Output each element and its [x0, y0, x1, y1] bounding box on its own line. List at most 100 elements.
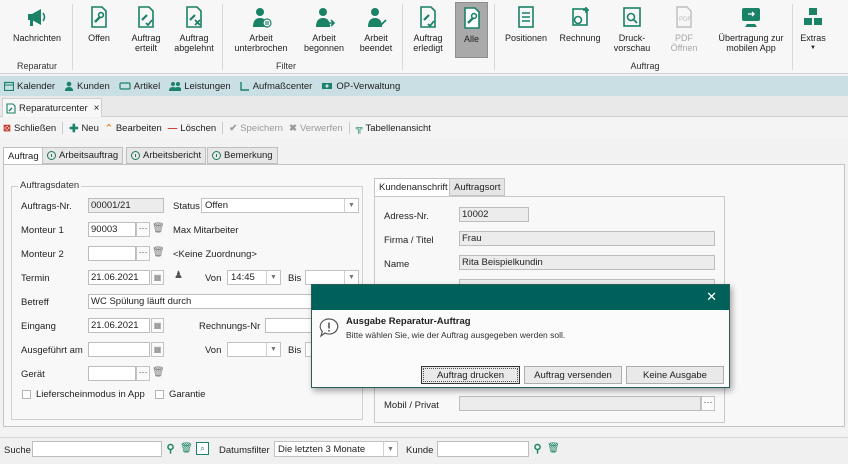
- uebertragung-label: Übertragung zur mobilen App: [718, 33, 784, 53]
- geraet-lookup-button[interactable]: ···: [136, 366, 150, 381]
- zoom-icon[interactable]: ⌕: [196, 442, 209, 455]
- nav-label: Leistungen: [184, 80, 231, 92]
- name-field[interactable]: Rita Beispielkundin: [459, 255, 715, 270]
- trash-icon[interactable]: 🗑: [180, 442, 193, 455]
- speichern-button[interactable]: ✔ Speichern: [229, 123, 283, 134]
- search-icon[interactable]: ⚲: [164, 442, 177, 455]
- adress-nr-field[interactable]: 10002: [459, 207, 529, 222]
- tab-auftrag[interactable]: Auftrag: [3, 147, 44, 165]
- nachrichten-label: Nachrichten: [12, 33, 62, 43]
- uebertragung-app-button[interactable]: Übertragung zur mobilen App: [714, 4, 788, 60]
- monteur1-lookup-button[interactable]: ···: [136, 222, 150, 237]
- cubes-icon: [799, 4, 827, 30]
- tab-arbeitsauftrag[interactable]: Arbeitsauftrag: [42, 147, 124, 164]
- nav-item-kunden[interactable]: Kunden: [64, 81, 110, 92]
- person-icon[interactable]: ♟: [174, 270, 183, 281]
- loeschen-button[interactable]: — Löschen: [168, 123, 216, 134]
- betreff-field[interactable]: WC Spülung läuft durch: [88, 294, 314, 309]
- nav-item-aufmasscenter[interactable]: Aufmaßcenter: [239, 81, 312, 92]
- firma-field[interactable]: Frau: [459, 231, 715, 246]
- megaphone-icon: [23, 4, 51, 30]
- auftrag-abgelehnt-label: Auftrag abgelehnt: [174, 33, 214, 53]
- trash-icon[interactable]: 🗑: [547, 442, 560, 455]
- bis-time-dropdown[interactable]: ▼: [305, 270, 359, 285]
- status-dropdown[interactable]: Offen ▼: [201, 198, 359, 213]
- tab-reparaturcenter[interactable]: Reparaturcenter ×: [2, 98, 102, 117]
- rechnungs-nr-field[interactable]: [265, 318, 313, 333]
- extras-button[interactable]: Extras ▼: [798, 4, 828, 60]
- neu-button[interactable]: ✚ Neu: [69, 122, 99, 135]
- pdf-oeffnen-button[interactable]: PDF PDF Öffnen: [664, 4, 704, 60]
- invoice-gear-icon: [566, 4, 594, 30]
- filter-auftrag-abgelehnt-button[interactable]: Auftrag abgelehnt: [172, 4, 216, 60]
- calendar-icon[interactable]: ▦: [151, 342, 164, 357]
- nav-label: OP-Verwaltung: [336, 80, 401, 92]
- dialog-titlebar: ✕: [312, 285, 729, 310]
- verwerfen-button[interactable]: ✖ Verwerfen: [289, 123, 343, 134]
- arbeit-beendet-label: Arbeit beendet: [359, 33, 393, 53]
- nav-item-leistungen[interactable]: Leistungen: [169, 80, 231, 92]
- filter-auftrag-erteilt-button[interactable]: Auftrag erteilt: [124, 4, 168, 60]
- tab-kundenanschrift[interactable]: Kundenanschrift: [374, 178, 453, 197]
- trash-icon[interactable]: 🗑: [152, 367, 165, 378]
- eingang-field[interactable]: 21.06.2021: [88, 318, 150, 333]
- datumsfilter-dropdown[interactable]: Die letzten 3 Monate ▼: [274, 441, 398, 457]
- rechnungs-nr-label: Rechnungs-Nr: [199, 321, 261, 332]
- filter-arbeit-beendet-button[interactable]: Arbeit beendet: [356, 4, 396, 60]
- druckvorschau-button[interactable]: Druck- vorschau: [610, 4, 654, 60]
- document-check-icon: [132, 4, 160, 30]
- monteur2-name: <Keine Zuordnung>: [173, 249, 257, 260]
- filter-alle-button[interactable]: Alle: [455, 2, 488, 58]
- schliessen-button[interactable]: ⊠ Schließen: [3, 123, 56, 134]
- search-icon[interactable]: ⚲: [531, 442, 544, 455]
- document-wrench-icon: [85, 4, 113, 30]
- monteur1-field[interactable]: 90003: [88, 222, 136, 237]
- close-icon[interactable]: ×: [94, 103, 100, 114]
- tab-auftragsort[interactable]: Auftragsort: [449, 178, 506, 196]
- von2-time-dropdown[interactable]: ▼: [227, 342, 281, 357]
- nav-item-op-verwaltung[interactable]: OP-Verwaltung: [321, 81, 400, 92]
- positionen-button[interactable]: Positionen: [500, 4, 552, 60]
- auftrags-nr-field[interactable]: 00001/21: [88, 198, 164, 213]
- nachrichten-button[interactable]: Nachrichten: [8, 4, 66, 60]
- table-icon: ╦: [355, 122, 363, 134]
- calendar-icon[interactable]: ▦: [151, 270, 164, 285]
- monteur2-lookup-button[interactable]: ···: [136, 246, 150, 261]
- garantie-checkbox[interactable]: [155, 390, 164, 399]
- rechnung-button[interactable]: Rechnung: [556, 4, 604, 60]
- mobil-lookup-button[interactable]: ···: [701, 396, 715, 411]
- tabellenansicht-button[interactable]: ╦ Tabellenansicht: [356, 123, 431, 134]
- filter-arbeit-unterbrochen-button[interactable]: Arbeit unterbrochen: [230, 4, 292, 60]
- tag-icon: [119, 82, 131, 90]
- filter-arbeit-begonnen-button[interactable]: Arbeit begonnen: [298, 4, 350, 60]
- lieferschein-checkbox[interactable]: [22, 390, 31, 399]
- auftrag-drucken-button[interactable]: Auftrag drucken: [421, 366, 520, 384]
- nav-item-artikel[interactable]: Artikel: [119, 81, 160, 92]
- filter-offen-button[interactable]: Offen: [82, 4, 116, 60]
- ausgefuehrt-field[interactable]: [88, 342, 150, 357]
- monteur2-label: Monteur 2: [21, 249, 64, 260]
- geraet-field[interactable]: [88, 366, 136, 381]
- von-time-dropdown[interactable]: 14:45 ▼: [227, 270, 281, 285]
- filter-auftrag-erledigt-button[interactable]: Auftrag erledigt: [408, 4, 448, 60]
- monteur2-field[interactable]: [88, 246, 136, 261]
- tab-bemerkung[interactable]: Bemerkung: [207, 147, 278, 164]
- chevron-down-icon: ▼: [383, 442, 397, 456]
- nav-label: Kunden: [77, 80, 110, 92]
- nav-item-kalender[interactable]: Kalender: [4, 81, 55, 92]
- mobil-field[interactable]: [459, 396, 701, 411]
- kunde-input[interactable]: [437, 441, 529, 457]
- auftrag-erledigt-label: Auftrag erledigt: [413, 33, 443, 53]
- termin-field[interactable]: 21.06.2021: [88, 270, 150, 285]
- suche-input[interactable]: [32, 441, 162, 457]
- bearbeiten-button[interactable]: ⌃ Bearbeiten: [105, 123, 162, 134]
- trash-icon[interactable]: 🗑: [152, 247, 165, 258]
- eingang-label: Eingang: [21, 321, 56, 332]
- firma-label: Firma / Titel: [384, 235, 434, 246]
- auftrag-versenden-button[interactable]: Auftrag versenden: [524, 366, 622, 384]
- calendar-icon[interactable]: ▦: [151, 318, 164, 333]
- tab-arbeitsbericht[interactable]: Arbeitsbericht: [126, 147, 207, 164]
- trash-icon[interactable]: 🗑: [152, 223, 165, 234]
- close-icon[interactable]: ✕: [706, 290, 717, 304]
- keine-ausgabe-button[interactable]: Keine Ausgabe: [626, 366, 724, 384]
